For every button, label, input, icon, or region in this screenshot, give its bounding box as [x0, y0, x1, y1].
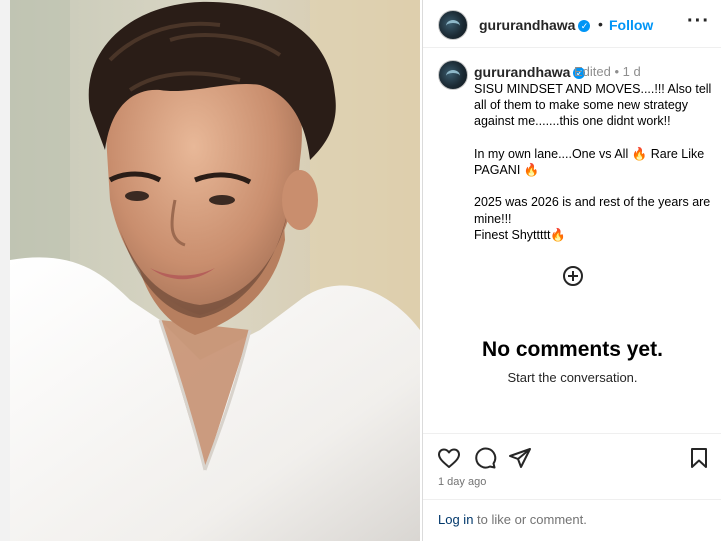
post-header: gururandhawa ✓ • Follow ··· — [423, 0, 721, 48]
author-username[interactable]: gururandhawa — [479, 17, 575, 33]
more-options-icon[interactable]: ··· — [687, 10, 710, 33]
header-separator: • — [598, 16, 603, 32]
portrait-illustration — [10, 0, 420, 541]
comment-icon[interactable] — [473, 446, 497, 470]
author-avatar[interactable] — [438, 10, 468, 40]
follow-button[interactable]: Follow — [609, 17, 653, 33]
divider — [423, 499, 721, 500]
login-prompt: Log in to like or comment. — [438, 512, 587, 527]
caption-author[interactable]: gururandhawa ✓ — [474, 64, 586, 82]
caption-username[interactable]: gururandhawa — [474, 64, 570, 80]
modal-edge — [0, 0, 10, 541]
empty-comments-title: No comments yet. — [482, 338, 663, 361]
divider — [423, 433, 721, 434]
share-icon[interactable] — [508, 446, 532, 470]
login-prompt-text: to like or comment. — [473, 512, 587, 527]
bookmark-icon[interactable] — [687, 446, 711, 470]
caption-text: SISU MINDSET AND MOVES....!!! Also tell … — [474, 82, 712, 242]
caption-avatar[interactable] — [438, 60, 468, 90]
heart-icon[interactable] — [437, 446, 461, 470]
post-details-panel: gururandhawa ✓ • Follow ··· gururandhawa ✓… — [422, 0, 721, 541]
login-link[interactable]: Log in — [438, 512, 473, 527]
empty-comments-subtitle: Start the conversation. — [507, 370, 638, 385]
post-image[interactable] — [10, 0, 420, 541]
post-timestamp: 1 day ago — [438, 476, 487, 488]
author-name-row[interactable]: gururandhawa ✓ — [479, 17, 591, 35]
post-modal: gururandhawa ✓ • Follow ··· gururandhawa ✓… — [0, 0, 721, 541]
caption-edited-meta: Edited • 1 d — [574, 64, 641, 79]
verified-badge-icon: ✓ — [578, 20, 591, 32]
add-comment-icon[interactable] — [563, 266, 583, 286]
